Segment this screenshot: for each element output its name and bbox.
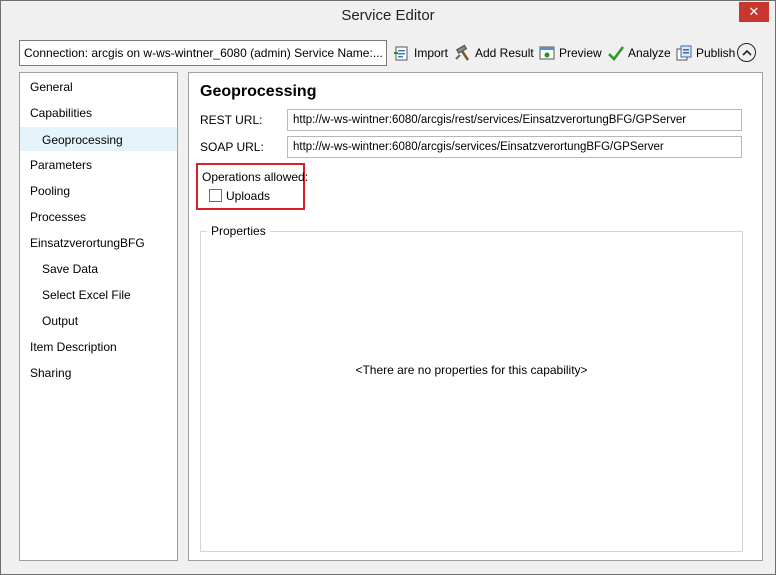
hammer-icon	[455, 44, 470, 61]
import-icon	[394, 46, 408, 61]
properties-group: Properties <There are no properties for …	[200, 224, 743, 552]
window-title: Service Editor	[341, 7, 435, 24]
import-label: Import	[414, 46, 449, 60]
sidebar-nav: General Capabilities Geoprocessing Param…	[19, 72, 178, 561]
preview-button[interactable]: Preview	[538, 42, 602, 64]
operations-allowed-label: Operations allowed:	[202, 170, 309, 184]
soap-url-field[interactable]: http://w-ws-wintner:6080/arcgis/services…	[287, 136, 742, 158]
sidebar-item-einsatzverortungbfg[interactable]: EinsatzverortungBFG	[20, 231, 177, 255]
sidebar-item-general[interactable]: General	[20, 75, 177, 99]
sidebar-item-parameters[interactable]: Parameters	[20, 153, 177, 177]
soap-url-label: SOAP URL:	[200, 140, 264, 154]
sidebar-item-save-data[interactable]: Save Data	[20, 257, 177, 281]
close-icon: ✕	[748, 4, 760, 19]
title-bar: Service Editor ✕	[1, 1, 775, 31]
properties-empty-message: <There are no properties for this capabi…	[355, 363, 588, 377]
sidebar-item-geoprocessing[interactable]: Geoprocessing	[20, 127, 177, 151]
sidebar-item-sharing[interactable]: Sharing	[20, 361, 177, 385]
close-button[interactable]: ✕	[739, 2, 769, 22]
analyze-label: Analyze	[628, 46, 671, 60]
checkmark-icon	[608, 46, 625, 61]
preview-icon	[539, 46, 555, 60]
page-title: Geoprocessing	[200, 83, 317, 100]
collapse-button[interactable]	[737, 43, 756, 62]
sidebar-item-output[interactable]: Output	[20, 309, 177, 333]
uploads-label[interactable]: Uploads	[226, 189, 270, 203]
rest-url-field[interactable]: http://w-ws-wintner:6080/arcgis/rest/ser…	[287, 109, 742, 131]
service-editor-window: Service Editor ✕ Connection: arcgis on w…	[0, 0, 776, 575]
toolbar: Connection: arcgis on w-ws-wintner_6080 …	[1, 31, 775, 71]
sidebar-item-pooling[interactable]: Pooling	[20, 179, 177, 203]
uploads-checkbox[interactable]	[209, 189, 222, 202]
sidebar-item-processes[interactable]: Processes	[20, 205, 177, 229]
analyze-button[interactable]: Analyze	[607, 42, 671, 64]
chevron-up-icon	[741, 49, 752, 56]
operations-highlight: Operations allowed: Uploads	[196, 163, 309, 210]
add-result-label: Add Result	[475, 46, 534, 60]
content-panel: Geoprocessing REST URL: http://w-ws-wint…	[188, 72, 763, 561]
connection-field[interactable]: Connection: arcgis on w-ws-wintner_6080 …	[19, 40, 387, 66]
add-result-button[interactable]: Add Result	[454, 42, 534, 64]
publish-button[interactable]: Publish	[675, 42, 735, 64]
import-button[interactable]: Import	[393, 42, 448, 64]
publish-icon	[676, 45, 692, 61]
sidebar-item-capabilities[interactable]: Capabilities	[20, 101, 177, 125]
sidebar-item-select-excel-file[interactable]: Select Excel File	[20, 283, 177, 307]
rest-url-label: REST URL:	[200, 113, 263, 127]
sidebar-item-item-description[interactable]: Item Description	[20, 335, 177, 359]
properties-title: Properties	[207, 224, 270, 238]
publish-label: Publish	[696, 46, 736, 60]
preview-label: Preview	[559, 46, 602, 60]
